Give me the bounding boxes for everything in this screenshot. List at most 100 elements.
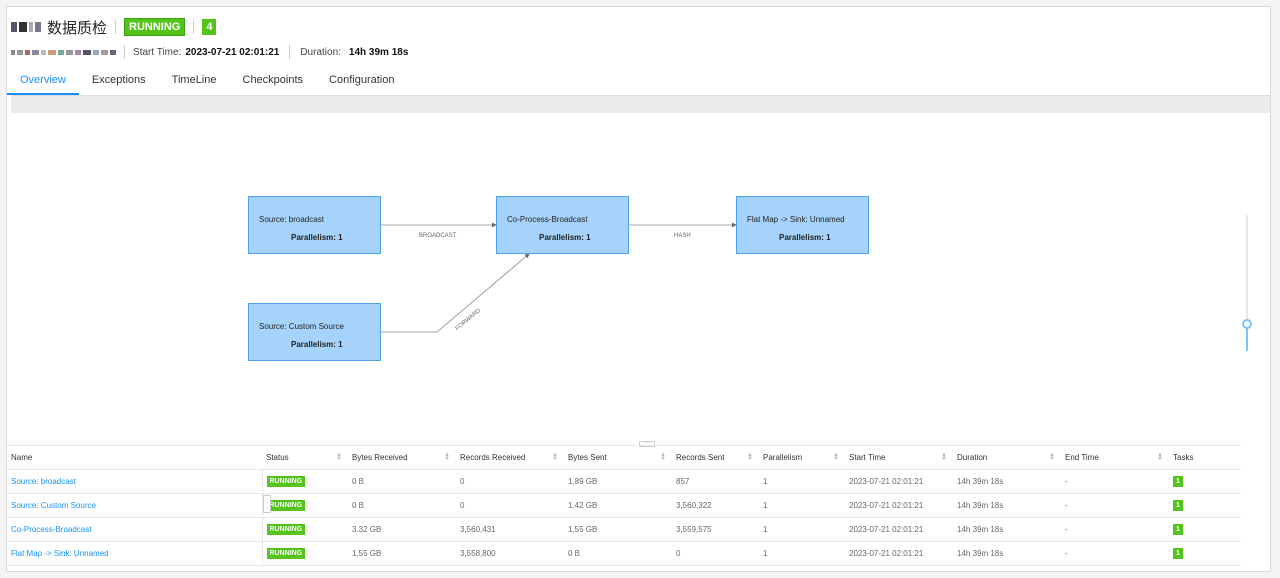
edge-label-broadcast: BROADCAST (419, 233, 457, 239)
redacted-job-id-line (11, 49, 116, 55)
col-records-received[interactable]: Records Received ▲ ▼ (456, 445, 564, 470)
records-received: 3,558,800 (456, 541, 564, 566)
node-flat-map-sink[interactable]: Flat Map -> Sink: Unnamed Parallelism: 1 (736, 196, 869, 254)
job-status-badge: RUNNING (124, 18, 186, 36)
tab-timeline[interactable]: TimeLine (159, 71, 230, 95)
sort-icon[interactable]: ▲ ▼ (941, 452, 947, 462)
zoom-slider-handle[interactable] (1242, 319, 1252, 329)
parallelism: 1 (759, 469, 845, 494)
tasks-badge: 1 (1173, 476, 1183, 487)
end-time: - (1061, 541, 1169, 566)
col-end-time[interactable]: End Time ▲ ▼ (1061, 445, 1169, 470)
col-start-time[interactable]: Start Time ▲ ▼ (845, 445, 953, 470)
vertex-name-link[interactable]: Co-Process-Broadcast (7, 517, 263, 542)
task-count-badge: 4 (202, 19, 217, 35)
col-bytes-received[interactable]: Bytes Received ▲ ▼ (348, 445, 456, 470)
node-source-custom-source[interactable]: Source: Custom Source Parallelism: 1 (248, 303, 381, 361)
sort-icon[interactable]: ▲ ▼ (336, 452, 342, 462)
start-time: 2023-07-21 02:01:21 (845, 541, 953, 566)
duration: 14h 39m 18s (953, 469, 1061, 494)
start-time-value: 2023-07-21 02:01:21 (185, 46, 280, 58)
duration: 14h 39m 18s (953, 493, 1061, 518)
tasks-badge: 1 (1173, 524, 1183, 535)
node-parallelism: Parallelism: 1 (291, 233, 343, 242)
vertex-name-link[interactable]: Source: broadcast (7, 469, 263, 494)
col-tasks[interactable]: Tasks (1169, 445, 1241, 470)
column-resize-handle[interactable]: · · · (263, 495, 271, 513)
duration: 14h 39m 18s (953, 517, 1061, 542)
node-name: Source: broadcast (259, 215, 324, 224)
col-end-time-label: End Time (1065, 453, 1099, 462)
sort-icon[interactable]: ▲ ▼ (747, 452, 753, 462)
records-sent: 3,559,575 (672, 517, 759, 542)
sort-icon[interactable]: ▲ ▼ (444, 452, 450, 462)
sort-icon[interactable]: ▲ ▼ (1157, 452, 1163, 462)
toolbar-strip (11, 95, 1270, 113)
records-sent: 857 (672, 469, 759, 494)
bytes-received: 3.32 GB (348, 517, 456, 542)
table-row[interactable]: Source: broadcast RUNNING 0 B 0 1.89 GB … (7, 469, 1241, 494)
end-time: - (1061, 517, 1169, 542)
bytes-sent: 1.55 GB (564, 517, 672, 542)
tab-configuration[interactable]: Configuration (316, 71, 407, 95)
duration: 14h 39m 18s (953, 541, 1061, 566)
node-parallelism: Parallelism: 1 (539, 233, 591, 242)
node-name: Source: Custom Source (259, 322, 344, 331)
bytes-received: 0 B (348, 493, 456, 518)
col-bytes-sent[interactable]: Bytes Sent ▲ ▼ (564, 445, 672, 470)
col-status-label: Status (266, 453, 289, 462)
node-parallelism: Parallelism: 1 (291, 340, 343, 349)
job-detail-panel: 数据质检 RUNNING 4 Start Time: 2023-07-21 02… (6, 6, 1271, 572)
col-duration[interactable]: Duration ▲ ▼ (953, 445, 1061, 470)
job-graph-canvas[interactable]: Source: broadcast Parallelism: 1 Co-Proc… (7, 113, 1270, 445)
records-received: 0 (456, 469, 564, 494)
col-records-received-label: Records Received (460, 453, 526, 462)
sort-icon[interactable]: ▲ ▼ (552, 452, 558, 462)
start-time: 2023-07-21 02:01:21 (845, 493, 953, 518)
tab-exceptions[interactable]: Exceptions (79, 71, 159, 95)
sort-icon[interactable]: ▲ ▼ (660, 452, 666, 462)
records-received: 0 (456, 493, 564, 518)
tab-overview[interactable]: Overview (7, 71, 79, 95)
vertex-name-link[interactable]: Source: Custom Source (7, 493, 263, 518)
start-time: 2023-07-21 02:01:21 (845, 517, 953, 542)
status-badge: RUNNING (266, 524, 306, 535)
tab-checkpoints[interactable]: Checkpoints (230, 71, 317, 95)
end-time: - (1061, 469, 1169, 494)
start-time: 2023-07-21 02:01:21 (845, 469, 953, 494)
col-records-sent[interactable]: Records Sent ▲ ▼ (672, 445, 759, 470)
sort-icon[interactable]: ▲ ▼ (833, 452, 839, 462)
graph-edges (381, 222, 737, 333)
node-parallelism: Parallelism: 1 (779, 233, 831, 242)
node-co-process-broadcast[interactable]: Co-Process-Broadcast Parallelism: 1 (496, 196, 629, 254)
col-bytes-received-label: Bytes Received (352, 453, 408, 462)
col-parallelism[interactable]: Parallelism ▲ ▼ (759, 445, 845, 470)
table-row[interactable]: Flat Map -> Sink: Unnamed RUNNING 1.55 G… (7, 541, 1241, 566)
table-header-row: Name Status ▲ ▼ Bytes Received ▲ ▼ Records R… (7, 445, 1241, 470)
bytes-sent: 1.89 GB (564, 469, 672, 494)
redacted-job-id (11, 22, 41, 32)
job-header: 数据质检 RUNNING 4 (11, 17, 217, 37)
bytes-received: 1.55 GB (348, 541, 456, 566)
table-row[interactable]: Co-Process-Broadcast RUNNING 3.32 GB 3,5… (7, 517, 1241, 542)
parallelism: 1 (759, 517, 845, 542)
sort-icon[interactable]: ▲ ▼ (1049, 452, 1055, 462)
table-row[interactable]: Source: Custom Source RUNNING 0 B 0 1.42… (7, 493, 1241, 518)
bytes-sent: 0 B (564, 541, 672, 566)
tasks-badge: 1 (1173, 548, 1183, 559)
edge-label-hash: HASH (674, 233, 691, 239)
node-source-broadcast[interactable]: Source: broadcast Parallelism: 1 (248, 196, 381, 254)
col-status[interactable]: Status ▲ ▼ (262, 445, 348, 470)
tasks-badge: 1 (1173, 500, 1183, 511)
duration-value: 14h 39m 18s (348, 46, 409, 58)
col-parallelism-label: Parallelism (763, 453, 803, 462)
col-records-sent-label: Records Sent (676, 453, 725, 462)
col-name[interactable]: Name (7, 445, 262, 470)
vertex-name-link[interactable]: Flat Map -> Sink: Unnamed (7, 541, 263, 566)
bytes-received: 0 B (348, 469, 456, 494)
duration-label: Duration: (300, 46, 341, 58)
parallelism: 1 (759, 493, 845, 518)
start-time-label: Start Time: (133, 46, 182, 58)
job-meta: Start Time: 2023-07-21 02:01:21 Duration… (11, 45, 408, 59)
node-name: Co-Process-Broadcast (507, 215, 588, 224)
